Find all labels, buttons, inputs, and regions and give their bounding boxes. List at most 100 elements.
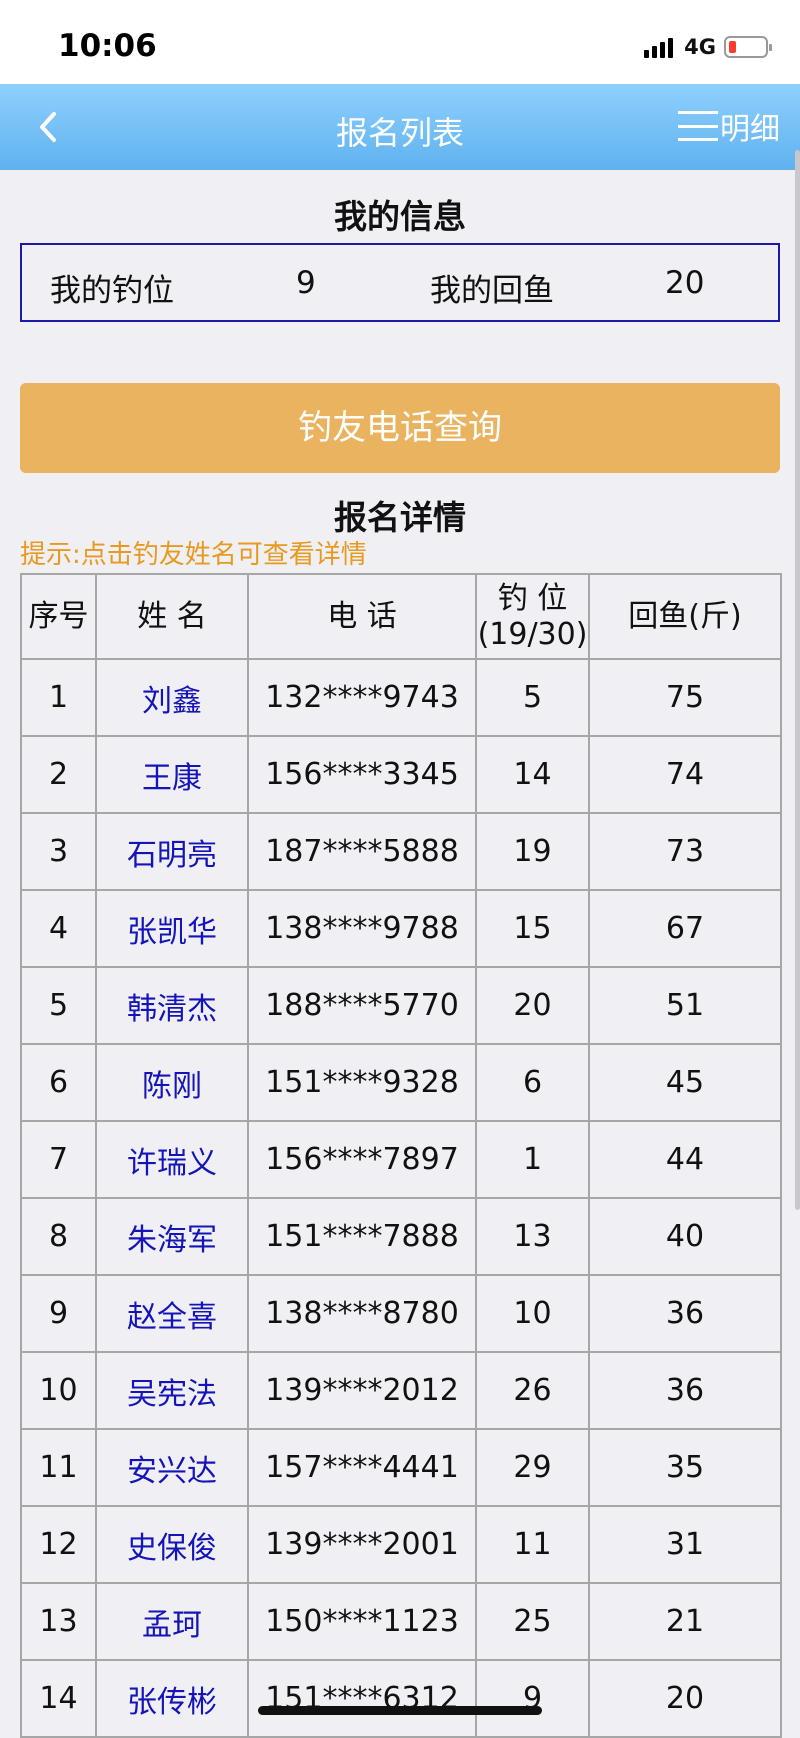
- row-spot: 26: [475, 1351, 590, 1430]
- row-spot: 11: [475, 1505, 590, 1584]
- row-name-link[interactable]: 石明亮: [95, 812, 249, 891]
- row-index: 5: [20, 966, 97, 1045]
- my-info-title: 我的信息: [334, 197, 466, 236]
- my-catch-value: 20: [665, 265, 705, 301]
- row-catch: 75: [588, 658, 782, 737]
- row-catch: 74: [588, 735, 782, 814]
- row-name-link[interactable]: 朱海军: [95, 1197, 249, 1276]
- header-index: 序号: [20, 573, 97, 660]
- phone-query-button[interactable]: 钓友电话查询: [20, 383, 780, 473]
- row-spot: 1: [475, 1120, 590, 1199]
- detail-label: 明细: [720, 112, 780, 147]
- table-row: 2 王康 156****3345 14 74: [20, 735, 782, 814]
- row-name-link[interactable]: 赵全喜: [95, 1274, 249, 1353]
- status-time: 10:06: [58, 28, 157, 64]
- row-catch: 36: [588, 1351, 782, 1430]
- table-row: 14 张传彬 151****6312 9 20: [20, 1659, 782, 1738]
- row-phone: 151****6312: [247, 1659, 477, 1738]
- row-spot: 5: [475, 658, 590, 737]
- row-name-link[interactable]: 韩清杰: [95, 966, 249, 1045]
- row-phone: 156****3345: [247, 735, 477, 814]
- detail-button[interactable]: 明细: [678, 106, 780, 147]
- row-spot: 13: [475, 1197, 590, 1276]
- row-index: 12: [20, 1505, 97, 1584]
- table-body: 1 刘鑫 132****9743 5 75 2 王康 156****3345 14 74 3 石明亮 1…: [20, 658, 782, 1738]
- row-spot: 29: [475, 1428, 590, 1507]
- row-name-link[interactable]: 张凯华: [95, 889, 249, 968]
- table-row: 7 许瑞义 156****7897 1 44: [20, 1120, 782, 1199]
- table-row: 9 赵全喜 138****8780 10 36: [20, 1274, 782, 1353]
- header-spot-count: (19/30): [477, 616, 588, 652]
- row-index: 2: [20, 735, 97, 814]
- row-name-link[interactable]: 吴宪法: [95, 1351, 249, 1430]
- row-phone: 139****2001: [247, 1505, 477, 1584]
- header-spot: 钓 位 (19/30): [475, 573, 590, 660]
- row-spot: 19: [475, 812, 590, 891]
- home-indicator: [258, 1706, 542, 1715]
- my-spot-value: 9: [296, 265, 316, 301]
- row-index: 9: [20, 1274, 97, 1353]
- row-index: 14: [20, 1659, 97, 1738]
- row-spot: 9: [475, 1659, 590, 1738]
- row-phone: 188****5770: [247, 966, 477, 1045]
- row-index: 1: [20, 658, 97, 737]
- my-catch-label: 我的回鱼: [430, 273, 554, 309]
- row-index: 3: [20, 812, 97, 891]
- row-name-link[interactable]: 安兴达: [95, 1428, 249, 1507]
- status-indicators: 4G: [644, 34, 772, 60]
- row-phone: 138****8780: [247, 1274, 477, 1353]
- battery-icon: [724, 36, 772, 58]
- table-row: 3 石明亮 187****5888 19 73: [20, 812, 782, 891]
- row-index: 13: [20, 1582, 97, 1661]
- row-name-link[interactable]: 孟珂: [95, 1582, 249, 1661]
- table-row: 5 韩清杰 188****5770 20 51: [20, 966, 782, 1045]
- row-spot: 25: [475, 1582, 590, 1661]
- row-name-link[interactable]: 许瑞义: [95, 1120, 249, 1199]
- table-row: 4 张凯华 138****9788 15 67: [20, 889, 782, 968]
- row-catch: 40: [588, 1197, 782, 1276]
- signup-details-title: 报名详情: [334, 498, 466, 537]
- table-row: 6 陈刚 151****9328 6 45: [20, 1043, 782, 1122]
- table-row: 11 安兴达 157****4441 29 35: [20, 1428, 782, 1507]
- my-spot-label: 我的钓位: [50, 273, 174, 309]
- row-name-link[interactable]: 刘鑫: [95, 658, 249, 737]
- row-catch: 73: [588, 812, 782, 891]
- header-name: 姓 名: [95, 573, 249, 660]
- row-phone: 187****5888: [247, 812, 477, 891]
- row-phone: 157****4441: [247, 1428, 477, 1507]
- row-phone: 151****7888: [247, 1197, 477, 1276]
- row-phone: 150****1123: [247, 1582, 477, 1661]
- signal-icon: [644, 36, 676, 58]
- scrollbar[interactable]: [795, 150, 800, 1210]
- row-index: 4: [20, 889, 97, 968]
- row-catch: 35: [588, 1428, 782, 1507]
- row-phone: 156****7897: [247, 1120, 477, 1199]
- row-name-link[interactable]: 陈刚: [95, 1043, 249, 1122]
- signup-table: 序号 姓 名 电 话 钓 位 (19/30) 回鱼(斤) 1 刘鑫 132****9…: [20, 573, 782, 1738]
- table-row: 12 史保俊 139****2001 11 31: [20, 1505, 782, 1584]
- table-row: 8 朱海军 151****7888 13 40: [20, 1197, 782, 1276]
- nav-bar: 报名列表 明细: [0, 84, 800, 170]
- row-phone: 139****2012: [247, 1351, 477, 1430]
- row-spot: 20: [475, 966, 590, 1045]
- row-catch: 20: [588, 1659, 782, 1738]
- row-index: 11: [20, 1428, 97, 1507]
- header-spot-label: 钓 位: [497, 580, 568, 616]
- row-catch: 51: [588, 966, 782, 1045]
- row-name-link[interactable]: 张传彬: [95, 1659, 249, 1738]
- tip-text: 提示:点击钓友姓名可查看详情: [20, 540, 367, 570]
- menu-icon: [678, 111, 718, 141]
- table-row: 13 孟珂 150****1123 25 21: [20, 1582, 782, 1661]
- row-catch: 31: [588, 1505, 782, 1584]
- row-catch: 44: [588, 1120, 782, 1199]
- row-name-link[interactable]: 王康: [95, 735, 249, 814]
- table-header-row: 序号 姓 名 电 话 钓 位 (19/30) 回鱼(斤): [20, 573, 782, 660]
- row-catch: 67: [588, 889, 782, 968]
- header-catch: 回鱼(斤): [588, 573, 782, 660]
- row-name-link[interactable]: 史保俊: [95, 1505, 249, 1584]
- row-index: 6: [20, 1043, 97, 1122]
- row-index: 8: [20, 1197, 97, 1276]
- row-spot: 6: [475, 1043, 590, 1122]
- row-catch: 21: [588, 1582, 782, 1661]
- row-catch: 45: [588, 1043, 782, 1122]
